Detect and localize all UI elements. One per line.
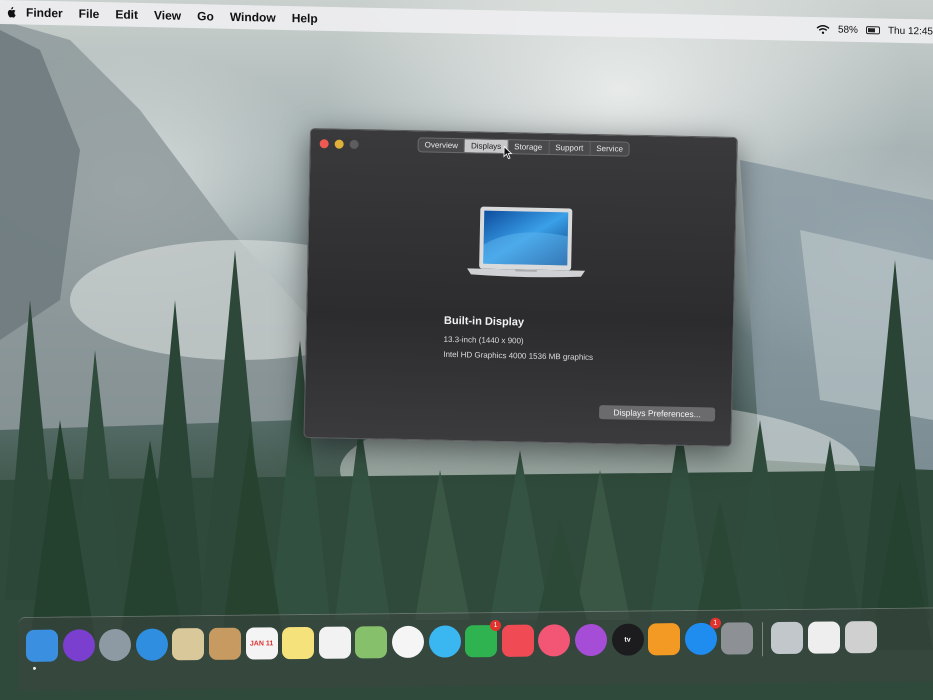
dock: JAN 11 1 tv 1 [18,607,933,691]
textedit-icon[interactable] [808,621,841,654]
maps-icon[interactable] [355,626,388,659]
graphics-info: Intel HD Graphics 4000 1536 MB graphics [443,349,594,362]
reminders-icon[interactable] [318,626,351,659]
tab-overview[interactable]: Overview [418,138,466,153]
close-button[interactable] [319,139,329,149]
tab-bar: Overview Displays Storage Support Servic… [417,137,631,157]
menu-go[interactable]: Go [197,9,214,23]
finder-icon[interactable] [26,629,58,662]
dock-divider [761,622,763,657]
status-area: 58% Thu 12:45 [816,17,933,43]
dock-icon-label: tv [624,636,631,644]
zoom-button[interactable] [349,139,359,150]
macbook-air-image [467,206,586,278]
menu-help[interactable]: Help [292,11,318,26]
battery-icon[interactable] [865,26,880,35]
apple-tv-icon[interactable]: tv [611,623,644,656]
menu-app-name[interactable]: Finder [26,6,63,21]
about-this-mac-window: Overview Displays Storage Support Servic… [303,128,738,447]
apple-menu-icon[interactable] [6,6,16,18]
menu-file[interactable]: File [79,7,100,21]
menu-view[interactable]: View [154,8,181,23]
displays-preferences-button[interactable]: Displays Preferences... [598,405,716,422]
tab-service[interactable]: Service [590,142,629,156]
siri-icon[interactable] [62,629,95,662]
safari-icon[interactable] [135,628,168,661]
menu-window[interactable]: Window [230,10,276,25]
mail-stamp-icon[interactable] [172,628,205,661]
running-indicator [33,666,36,670]
news-icon[interactable] [501,624,534,657]
books-icon[interactable] [648,623,681,656]
minimize-button[interactable] [334,139,344,149]
music-icon[interactable] [538,624,571,657]
launchpad-icon[interactable] [99,628,132,662]
display-size: 13.3-inch (1440 x 900) [443,334,524,346]
tab-displays[interactable]: Displays [464,139,509,154]
preview-icon[interactable] [771,621,804,655]
contacts-icon[interactable] [208,627,241,661]
tab-storage[interactable]: Storage [508,140,550,155]
menu-clock[interactable]: Thu 12:45 [888,25,933,37]
display-name: Built-in Display [443,314,525,329]
facetime-icon[interactable]: 1 [465,619,502,658]
utility-icon[interactable] [844,621,877,654]
wifi-icon[interactable] [816,24,830,34]
mouse-pointer-icon [503,146,513,160]
system-preferences-icon[interactable] [721,622,754,655]
notification-badge: 1 [490,619,502,632]
dock-icon-label: JAN 11 [249,639,274,648]
calendar-icon[interactable]: JAN 11 [245,627,278,660]
tab-support[interactable]: Support [549,141,591,155]
podcasts-icon[interactable] [574,623,607,657]
notification-badge: 1 [709,617,721,629]
messages-icon[interactable] [428,625,461,658]
app-store-icon[interactable]: 1 [684,617,721,656]
photos-icon[interactable] [391,625,424,659]
dock-app-list: JAN 11 1 tv 1 [26,617,877,664]
menu-edit[interactable]: Edit [115,7,138,21]
notes-icon[interactable] [282,626,315,660]
battery-percent[interactable]: 58% [838,24,858,35]
